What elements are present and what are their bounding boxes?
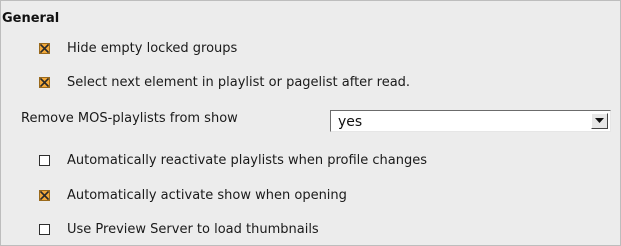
select-value: yes [338,114,363,130]
remove-mos-select[interactable]: yes [330,110,611,132]
option-select-next-element[interactable]: Select next element in playlist or pagel… [39,73,410,91]
checkbox[interactable] [39,189,50,201]
check-mark-icon [40,43,49,53]
option-use-preview-server[interactable]: Use Preview Server to load thumbnails [39,220,319,238]
option-label: Automatically reactivate playlists when … [67,152,428,168]
option-label: Automatically activate show when opening [67,187,347,203]
section-title: General [2,11,60,26]
checkbox[interactable] [39,223,50,235]
remove-mos-label: Remove MOS-playlists from show [21,111,238,126]
check-mark-icon [40,190,49,200]
chevron-down-icon [595,118,604,123]
option-label: Hide empty locked groups [67,40,238,56]
option-hide-empty-locked-groups[interactable]: Hide empty locked groups [39,39,237,57]
checkbox[interactable] [39,154,50,166]
option-auto-activate-show[interactable]: Automatically activate show when opening [39,186,347,204]
checkbox[interactable] [39,42,50,54]
option-auto-reactivate-playlists[interactable]: Automatically reactivate playlists when … [39,151,427,169]
dropdown-button[interactable] [591,113,608,129]
checkbox[interactable] [39,76,50,88]
option-label: Select next element in playlist or pagel… [67,74,411,90]
check-mark-icon [40,77,49,87]
settings-panel: General Hide empty locked groups Select … [0,0,621,246]
option-label: Use Preview Server to load thumbnails [67,221,319,237]
